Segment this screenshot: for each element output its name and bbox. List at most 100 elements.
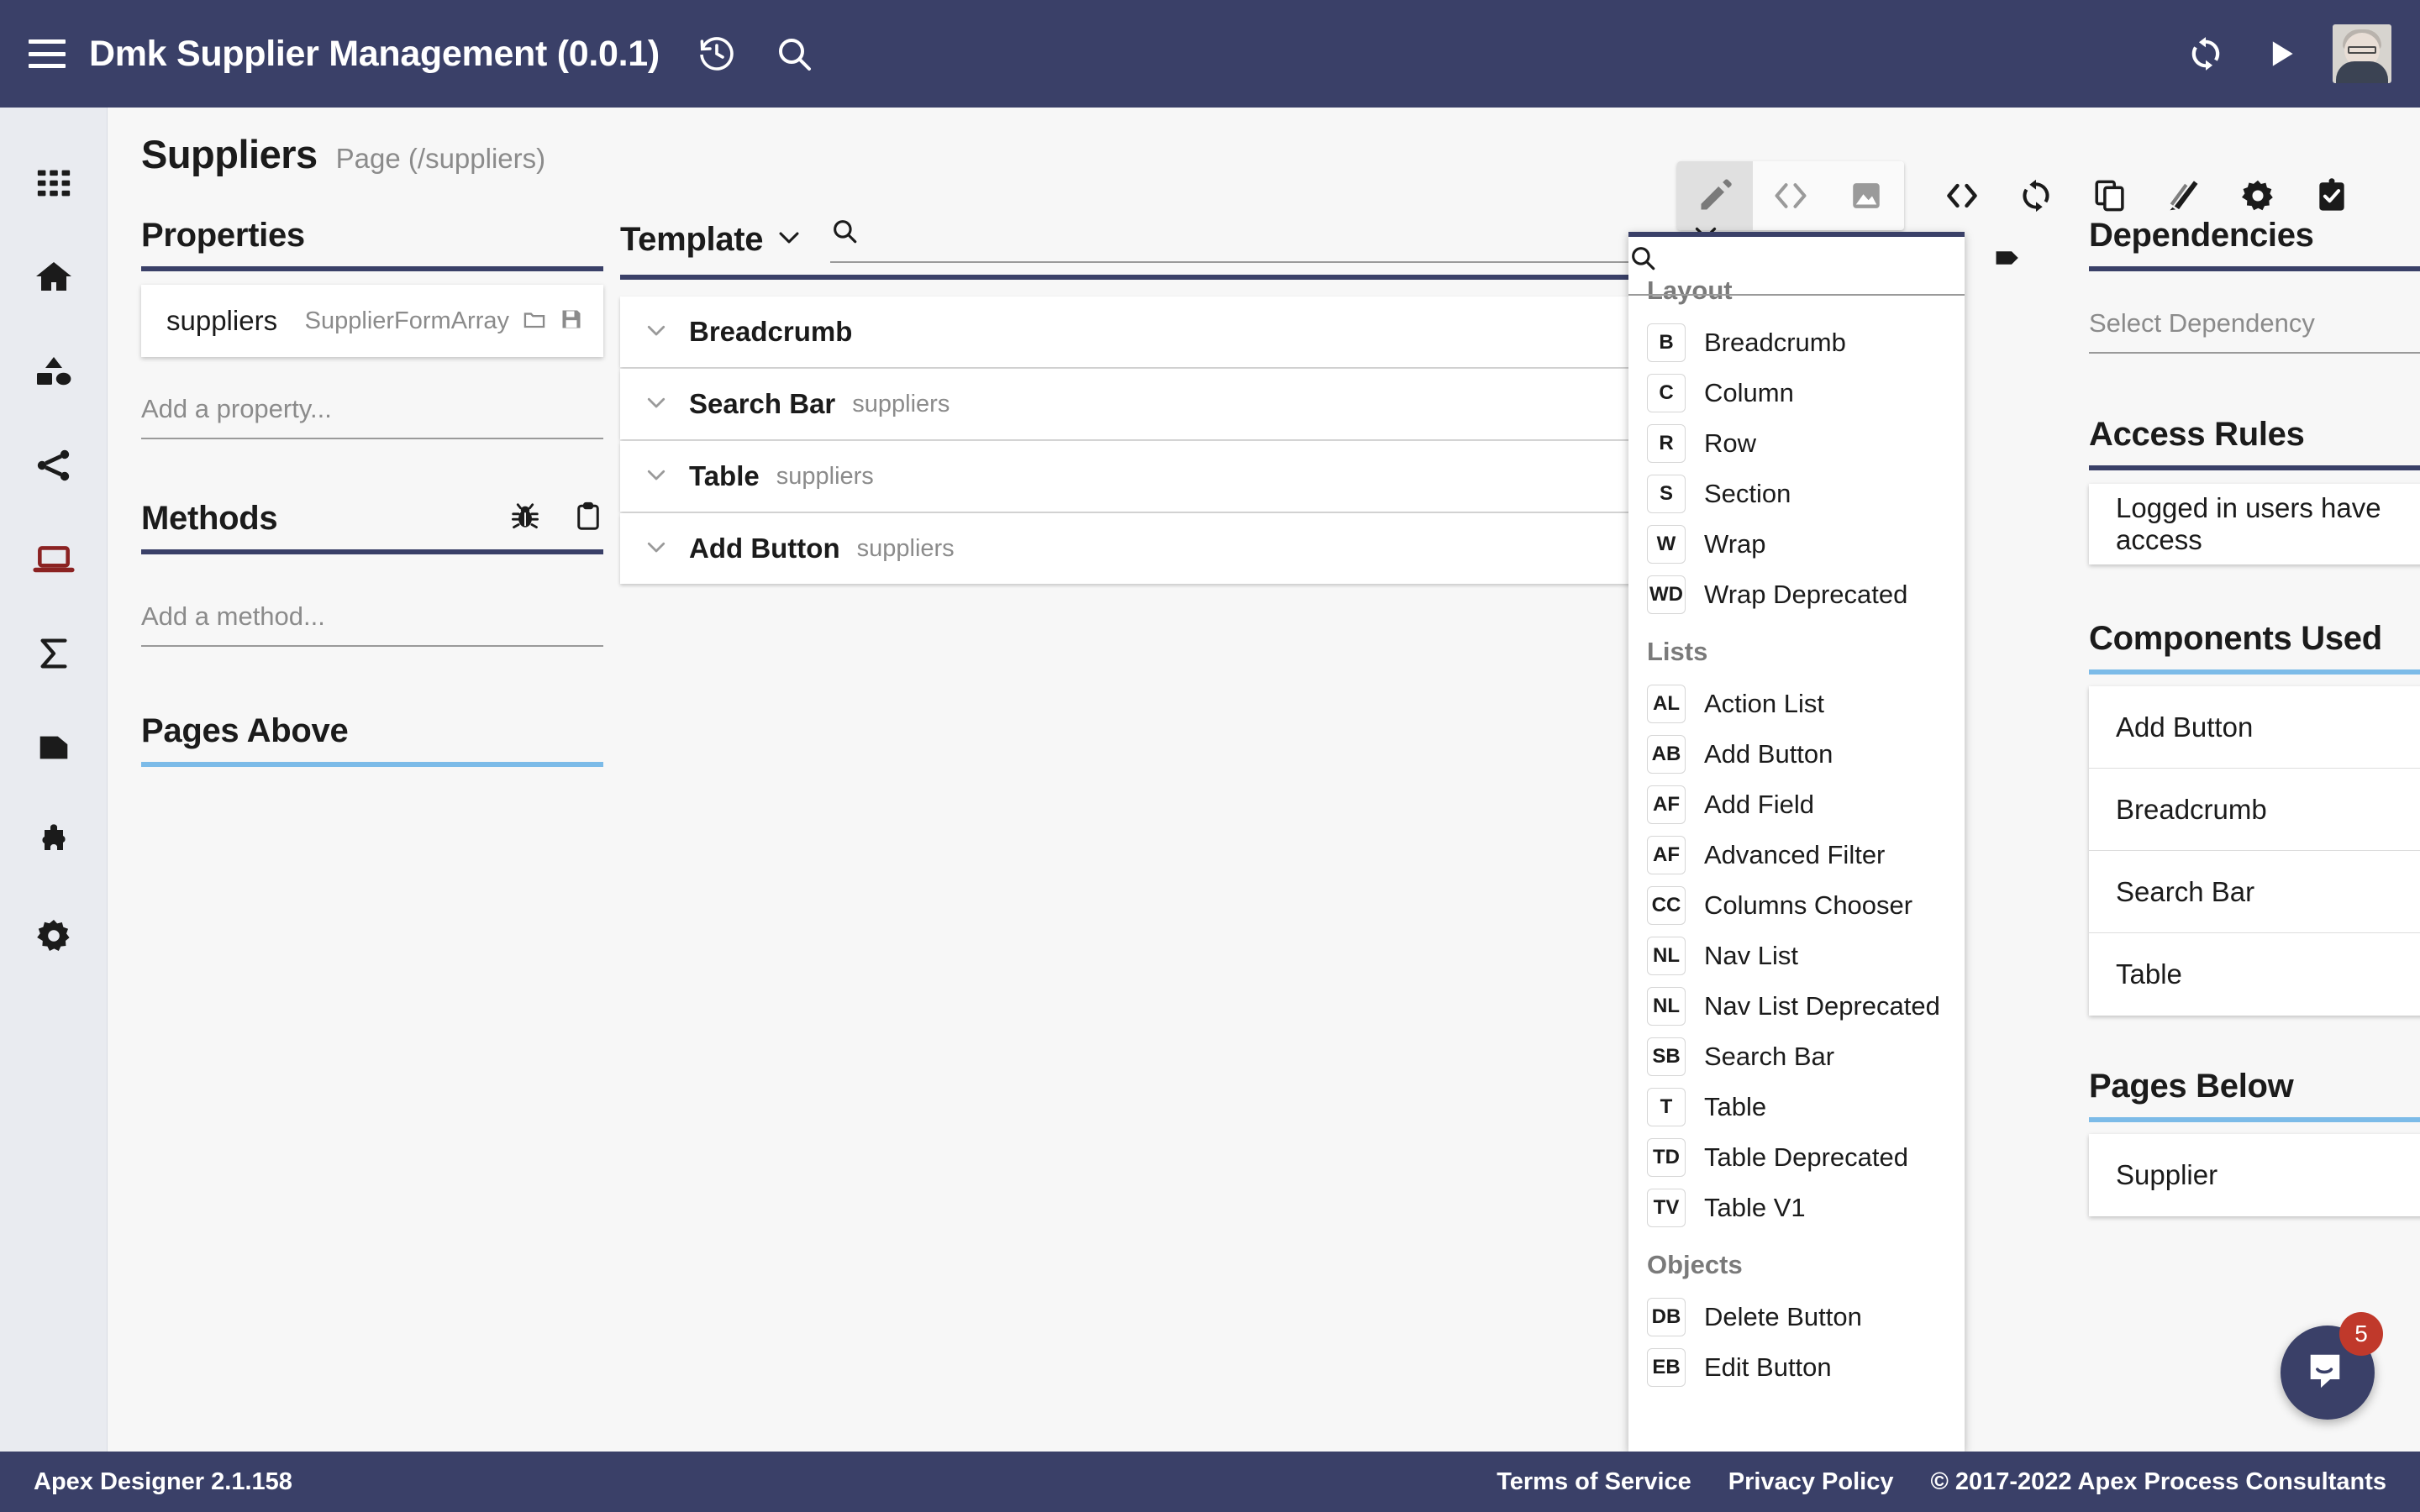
template-item-sub: suppliers xyxy=(776,462,874,490)
sidebar-item-pages[interactable] xyxy=(0,512,108,606)
picker-group-lists: Lists xyxy=(1647,637,1708,666)
template-item-breadcrumb[interactable]: Breadcrumb xyxy=(620,297,1721,367)
methods-rule xyxy=(141,549,603,554)
picker-badge: AF xyxy=(1647,785,1686,824)
template-heading: Template xyxy=(620,221,764,258)
avatar[interactable] xyxy=(2333,24,2391,83)
picker-item-wrap-deprecated[interactable]: WD Wrap Deprecated xyxy=(1628,570,1965,620)
search-icon[interactable] xyxy=(774,34,814,74)
access-rule-value: Logged in users have access xyxy=(2116,492,2381,555)
chevron-down-icon[interactable] xyxy=(644,462,669,491)
template-item-search-bar[interactable]: Search Bar suppliers xyxy=(620,369,1721,439)
list-item[interactable]: Add Button xyxy=(2089,686,2420,769)
picker-item-add-field[interactable]: AF Add Field xyxy=(1628,780,1965,830)
add-property-input[interactable]: Add a property... xyxy=(141,394,603,439)
picker-item-table[interactable]: T Table xyxy=(1628,1082,1965,1132)
terms-of-service-link[interactable]: Terms of Service xyxy=(1497,1468,1691,1496)
sidebar-item-home[interactable] xyxy=(0,230,108,324)
sidebar-item-objects[interactable] xyxy=(0,324,108,418)
template-search-input[interactable] xyxy=(874,218,1669,249)
picker-label: Row xyxy=(1704,428,1757,458)
history-icon[interactable] xyxy=(697,34,737,74)
search-icon xyxy=(830,217,859,249)
list-item[interactable]: Table xyxy=(2089,933,2420,1016)
sidebar-item-plugins[interactable] xyxy=(0,795,108,889)
template-item-table[interactable]: Table suppliers xyxy=(620,441,1721,512)
sync-icon[interactable] xyxy=(2186,34,2225,73)
picker-item-nav-list-deprecated[interactable]: NL Nav List Deprecated xyxy=(1628,981,1965,1032)
app-version: Apex Designer 2.1.158 xyxy=(34,1467,292,1495)
picker-item-columns-chooser[interactable]: CC Columns Chooser xyxy=(1628,880,1965,931)
picker-item-row[interactable]: R Row xyxy=(1628,418,1965,469)
picker-item-action-list[interactable]: AL Action List xyxy=(1628,679,1965,729)
left-rail xyxy=(0,108,108,1452)
chevron-down-icon[interactable] xyxy=(644,534,669,564)
picker-item-section[interactable]: S Section xyxy=(1628,469,1965,519)
components-used-heading: Components Used xyxy=(2089,620,2382,657)
component-picker-search-input[interactable] xyxy=(1669,245,1993,275)
property-row[interactable]: suppliers SupplierFormArray xyxy=(141,285,603,357)
sidebar-item-relationships[interactable] xyxy=(0,418,108,512)
save-icon[interactable] xyxy=(560,307,583,335)
chevron-down-icon[interactable] xyxy=(644,390,669,419)
sidebar-item-settings[interactable] xyxy=(0,889,108,983)
component-picker-search[interactable] xyxy=(1628,244,2018,296)
picker-label: Table Deprecated xyxy=(1704,1142,1908,1172)
sidebar-item-functions[interactable] xyxy=(0,606,108,701)
template-item-label: Breadcrumb xyxy=(689,316,853,347)
picker-badge: T xyxy=(1647,1088,1686,1126)
select-dependency-dropdown[interactable]: Select Dependency xyxy=(2089,308,2420,354)
picker-item-nav-list[interactable]: NL Nav List xyxy=(1628,931,1965,981)
property-name: suppliers xyxy=(166,305,278,336)
privacy-policy-link[interactable]: Privacy Policy xyxy=(1728,1468,1894,1496)
picker-label: Table xyxy=(1704,1092,1767,1121)
list-item[interactable]: Breadcrumb xyxy=(2089,769,2420,851)
picker-item-table-v1[interactable]: TV Table V1 xyxy=(1628,1183,1965,1233)
template-item-sub: suppliers xyxy=(856,534,955,562)
properties-column: Properties suppliers SupplierFormArray A… xyxy=(141,217,603,767)
picker-label: Columns Chooser xyxy=(1704,890,1913,920)
picker-badge: SB xyxy=(1647,1037,1686,1076)
components-used-section: Components Used Add Button Breadcrumb Se… xyxy=(2089,620,2420,1016)
picker-item-add-button[interactable]: AB Add Button xyxy=(1628,729,1965,780)
list-item[interactable]: Search Bar xyxy=(2089,851,2420,933)
tag-icon[interactable] xyxy=(1993,244,2022,276)
pages-below-heading: Pages Below xyxy=(2089,1068,2294,1105)
add-method-input[interactable]: Add a method... xyxy=(141,601,603,647)
chevron-down-icon[interactable] xyxy=(644,318,669,347)
bug-icon[interactable] xyxy=(509,501,541,537)
picker-label: Action List xyxy=(1704,689,1825,718)
picker-item-breadcrumb[interactable]: B Breadcrumb xyxy=(1628,318,1965,368)
template-search[interactable] xyxy=(830,217,1669,263)
picker-item-wrap[interactable]: W Wrap xyxy=(1628,519,1965,570)
menu-icon[interactable] xyxy=(29,39,66,68)
app-title: Dmk Supplier Management (0.0.1) xyxy=(89,33,660,74)
pages-above-rule xyxy=(141,762,603,767)
list-item[interactable]: Supplier xyxy=(2089,1134,2420,1216)
picker-item-advanced-filter[interactable]: AF Advanced Filter xyxy=(1628,830,1965,880)
folder-icon[interactable] xyxy=(523,307,546,335)
picker-label: Add Button xyxy=(1704,739,1833,769)
refresh-button[interactable] xyxy=(2000,161,2072,230)
picker-item-column[interactable]: C Column xyxy=(1628,368,1965,418)
picker-item-search-bar[interactable]: SB Search Bar xyxy=(1628,1032,1965,1082)
picker-label: Search Bar xyxy=(1704,1042,1835,1071)
play-icon[interactable] xyxy=(2262,35,2299,72)
clipboard-icon[interactable] xyxy=(573,501,603,536)
access-rules-rule xyxy=(2089,465,2420,470)
picker-badge: AL xyxy=(1647,685,1686,723)
select-dependency-placeholder: Select Dependency xyxy=(2089,308,2315,338)
template-item-label: Search Bar xyxy=(689,388,836,419)
add-method-placeholder: Add a method... xyxy=(141,601,325,631)
chevron-down-icon[interactable] xyxy=(775,223,803,256)
source-code-button[interactable] xyxy=(1926,161,1998,230)
access-rule-select[interactable]: Logged in users have access xyxy=(2089,484,2420,564)
code-mode-button[interactable] xyxy=(1753,161,1828,230)
picker-item-delete-button[interactable]: DB Delete Button xyxy=(1628,1292,1965,1342)
picker-item-edit-button[interactable]: EB Edit Button xyxy=(1628,1342,1965,1393)
template-item-add-button[interactable]: Add Button suppliers xyxy=(620,513,1721,584)
image-mode-button[interactable] xyxy=(1828,161,1904,230)
sidebar-item-documents[interactable] xyxy=(0,701,108,795)
picker-item-table-deprecated[interactable]: TD Table Deprecated xyxy=(1628,1132,1965,1183)
sidebar-item-apps[interactable] xyxy=(0,136,108,230)
